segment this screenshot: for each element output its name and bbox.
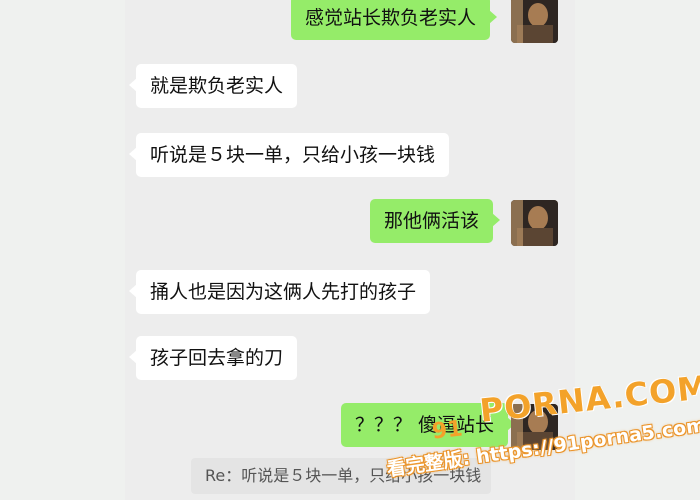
message-bubble-incoming[interactable]: 就是欺负老实人 <box>128 64 298 108</box>
avatar-photo-icon <box>511 0 558 43</box>
message-bubble-incoming[interactable]: 孩子回去拿的刀 <box>128 336 298 380</box>
left-background <box>0 0 125 500</box>
watermark-logo-prefix: 91 <box>430 416 464 445</box>
avatar-photo-icon <box>511 200 558 246</box>
message-bubble-incoming[interactable]: 捅人也是因为这俩人先打的孩子 <box>128 270 431 314</box>
message-bubble-outgoing[interactable]: 那他俩活该 <box>370 199 501 243</box>
user-avatar[interactable] <box>511 200 558 246</box>
user-avatar[interactable] <box>511 0 558 43</box>
message-bubble-outgoing[interactable]: 感觉站长欺负老实人 <box>291 0 498 40</box>
message-bubble-incoming[interactable]: 听说是５块一单，只给小孩一块钱 <box>128 133 450 177</box>
